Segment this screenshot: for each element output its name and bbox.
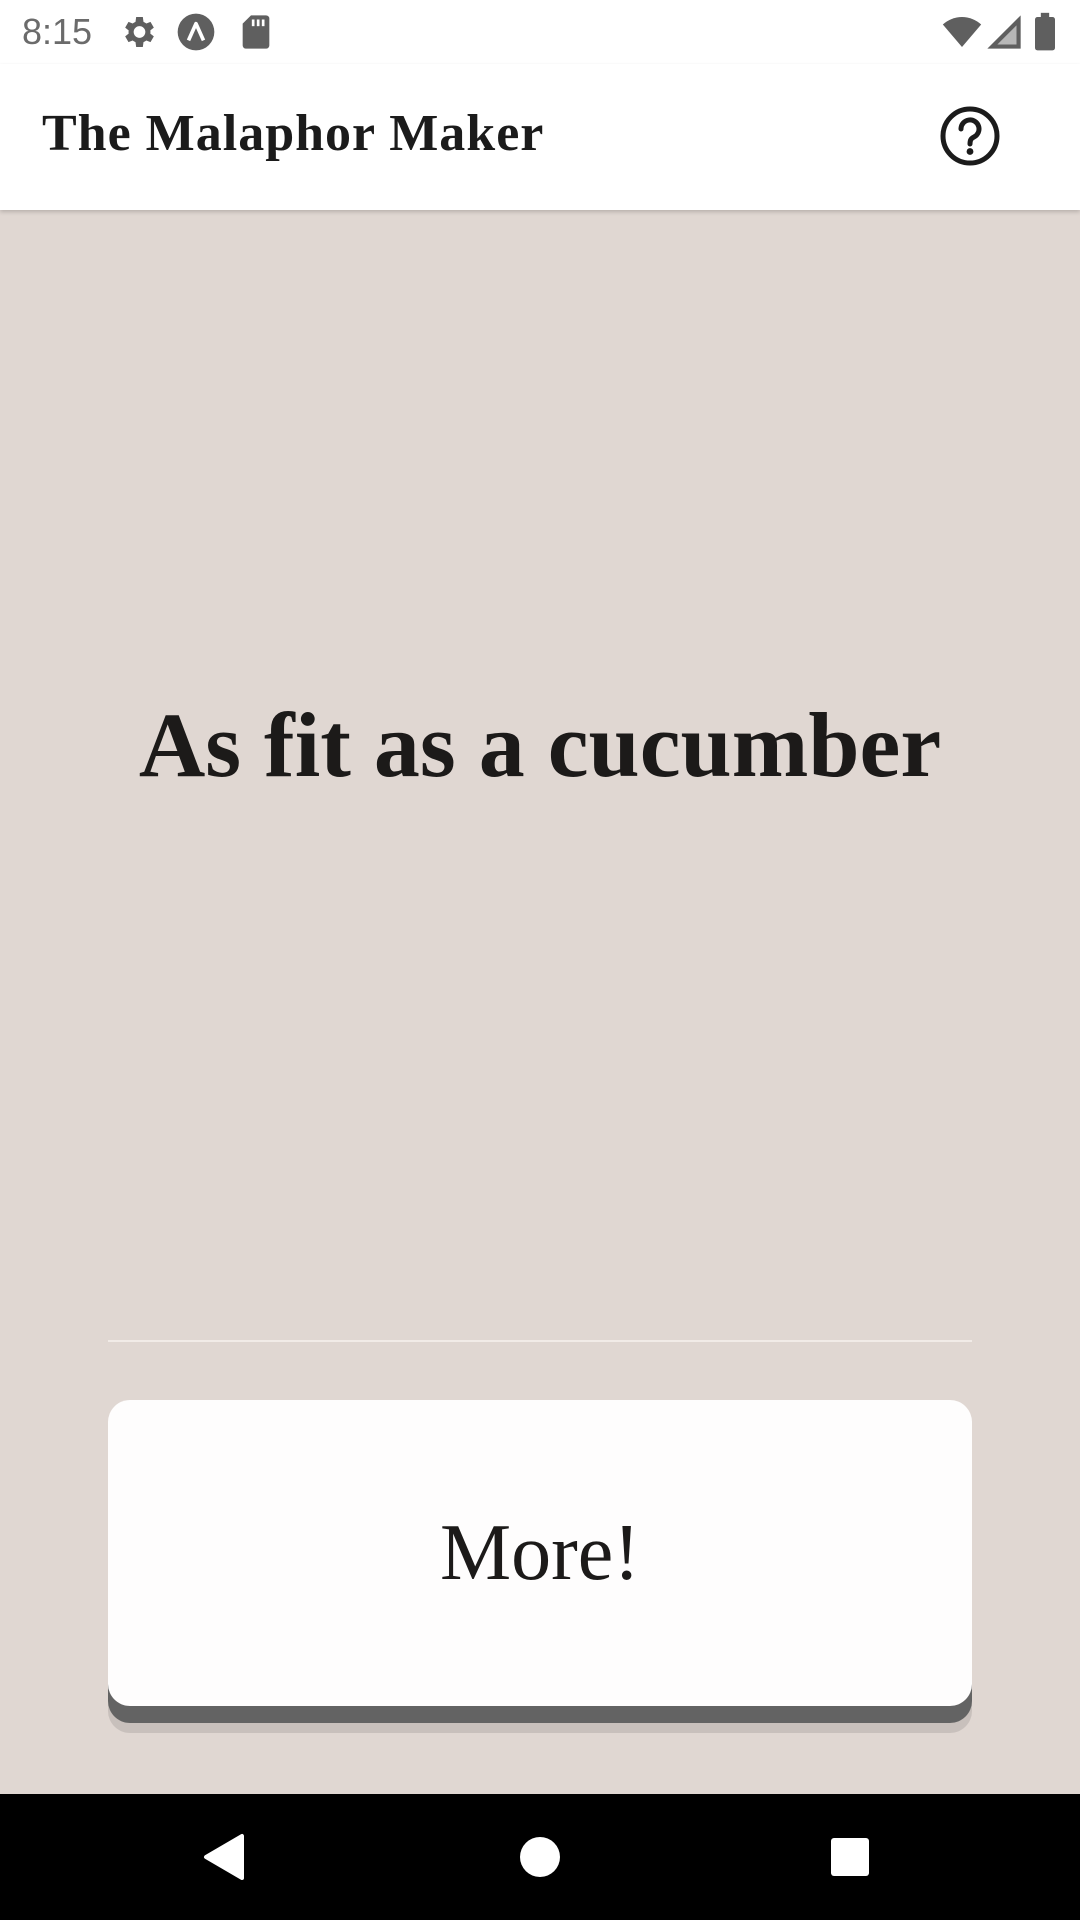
app-title: The Malaphor Maker [42, 105, 545, 162]
main-content: As fit as a cucumber More! [0, 210, 1080, 1794]
gear-icon [118, 12, 158, 52]
help-button[interactable] [938, 104, 1002, 168]
back-button[interactable] [190, 1822, 260, 1892]
app-bar: The Malaphor Maker [0, 64, 1080, 210]
home-button[interactable] [505, 1822, 575, 1892]
app-notification-icon [176, 12, 216, 52]
navigation-bar [0, 1794, 1080, 1920]
battery-icon [1030, 12, 1060, 52]
back-icon [204, 1834, 244, 1880]
status-bar: 8:15 [0, 0, 1080, 64]
cell-signal-icon [984, 12, 1024, 52]
divider [108, 1340, 972, 1342]
more-button[interactable]: More! [108, 1400, 972, 1706]
more-button-label: More! [440, 1509, 640, 1597]
recents-button[interactable] [815, 1822, 885, 1892]
malaphor-phrase: As fit as a cucumber [138, 694, 942, 796]
help-circle-icon [940, 106, 1000, 166]
status-time: 8:15 [22, 11, 93, 52]
recents-icon [831, 1838, 869, 1876]
sd-card-icon [236, 12, 276, 52]
wifi-icon [942, 12, 982, 52]
home-icon [520, 1837, 560, 1877]
